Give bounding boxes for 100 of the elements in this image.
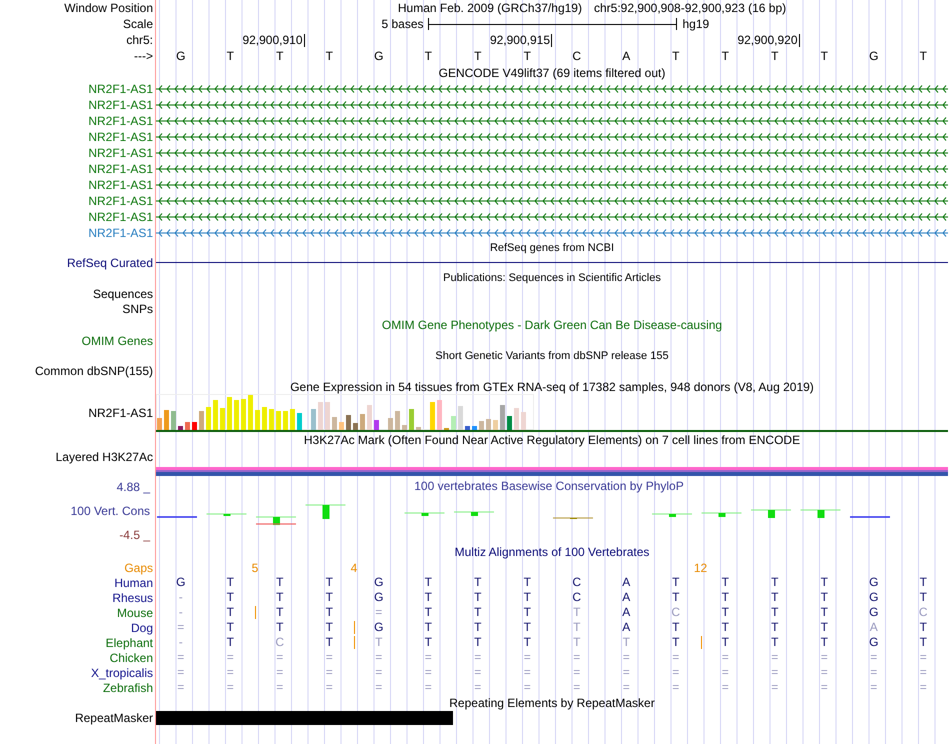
base-letter: = <box>722 651 729 664</box>
track-title: Multiz Alignments of 100 Vertebrates <box>454 545 650 559</box>
base-letter: = <box>771 681 778 694</box>
base-letter: T <box>226 606 234 619</box>
gene-label[interactable]: NR2F1-AS1 <box>88 98 153 112</box>
gene-label[interactable]: NR2F1-AS1 <box>88 178 153 192</box>
base-letter: T <box>326 606 333 619</box>
base-letter: T <box>722 591 729 604</box>
base-letter: = <box>820 681 828 694</box>
base-letter: T <box>226 591 234 604</box>
base-letter: A <box>622 606 630 619</box>
conservation-bar <box>206 514 247 516</box>
base-letter: = <box>177 621 184 634</box>
base-letter: T <box>226 636 234 649</box>
base-letter: T <box>276 49 284 63</box>
base-letter: T <box>326 621 333 634</box>
coordinate-label: 92,900,915 <box>490 34 552 46</box>
base-letter: T <box>820 49 828 63</box>
base-letter: T <box>771 49 778 63</box>
base-letter: T <box>524 606 531 619</box>
base-letter: T <box>771 591 778 604</box>
conservation-bar <box>305 504 346 519</box>
repeat-element-bar[interactable] <box>156 710 453 724</box>
gene-label[interactable]: NR2F1-AS1 <box>88 82 153 96</box>
base-letter: = <box>424 666 432 679</box>
base-letter: T <box>722 49 729 63</box>
base-letter: T <box>722 606 729 619</box>
base-letter: = <box>820 666 828 679</box>
base-letter: = <box>722 666 729 679</box>
base-letter: = <box>870 666 878 679</box>
base-letter: = <box>326 651 333 664</box>
base-letter: = <box>524 666 531 679</box>
conservation-line <box>157 516 197 518</box>
base-letter: T <box>722 636 729 649</box>
base-letter: = <box>276 666 284 679</box>
track-title: 100 vertebrates Basewise Conservation by PhyloP <box>413 478 685 494</box>
base-letter: G <box>374 49 384 63</box>
conservation-bar <box>652 514 692 517</box>
base-letter: T <box>573 621 580 634</box>
base-letter: T <box>820 576 828 589</box>
base-letter: T <box>920 591 927 604</box>
base-letter: T <box>424 621 432 634</box>
track-label: Scale <box>122 17 153 31</box>
track-label: 100 Vert. Cons <box>70 504 150 518</box>
base-letter: T <box>920 636 927 649</box>
gene-label[interactable]: NR2F1-AS1 <box>88 194 153 208</box>
axis-min-label: -4.5 _ <box>119 528 150 542</box>
track-title: OMIM Gene Phenotypes - Dark Green Can Be Disease-causing <box>382 318 722 332</box>
base-letter: = <box>375 606 382 619</box>
expression-chart-drawing[interactable] <box>156 394 534 430</box>
conservation-bar <box>454 512 494 516</box>
base-letter: T <box>820 621 828 634</box>
base-letter: = <box>573 651 580 664</box>
coordinate-label: 92,900,920 <box>737 34 800 46</box>
gene-label[interactable]: NR2F1-AS1 <box>88 114 153 128</box>
track-label: Common dbSNP(155) <box>34 364 153 378</box>
base-letter: T <box>524 591 531 604</box>
base-letter: G <box>374 576 384 589</box>
track-label: RepeatMasker <box>74 710 153 724</box>
base-letter: T <box>424 606 432 619</box>
base-letter: G <box>869 591 878 604</box>
base-letter: T <box>672 636 680 649</box>
base-letter: T <box>573 636 580 649</box>
conservation-bar <box>750 510 792 518</box>
base-letter: = <box>375 681 382 694</box>
base-letter: T <box>820 591 828 604</box>
base-letter: C <box>572 576 582 589</box>
gene-label[interactable]: NR2F1-AS1 <box>88 210 153 224</box>
gene-label[interactable]: NR2F1-AS1 <box>88 226 153 240</box>
conservation-bar <box>800 510 841 518</box>
base-letter: T <box>276 576 284 589</box>
gap-count: 12 <box>694 560 708 574</box>
base-letter: = <box>573 681 580 694</box>
gene-label[interactable]: NR2F1-AS1 <box>88 130 153 144</box>
base-letter: = <box>771 666 778 679</box>
scale-label: 5 bases <box>381 17 424 31</box>
track-label: RefSeq Curated <box>66 256 153 270</box>
base-letter: = <box>226 651 234 664</box>
track-title: RefSeq genes from NCBI <box>490 241 614 255</box>
gene-label[interactable]: NR2F1-AS1 <box>88 146 153 160</box>
base-letter: A <box>622 576 630 589</box>
track-label: SNPs <box>122 302 153 316</box>
base-letter: T <box>771 621 778 634</box>
base-letter: T <box>474 591 482 604</box>
coordinate-label: 92,900,910 <box>242 34 304 46</box>
base-letter: T <box>474 49 482 63</box>
gene-label[interactable]: NR2F1-AS1 <box>88 162 153 176</box>
species-label: Mouse <box>116 606 153 620</box>
base-letter: = <box>474 666 482 679</box>
track-label: Gaps <box>124 560 153 574</box>
base-letter: T <box>672 591 680 604</box>
base-letter: G <box>374 621 384 634</box>
gap-count: 4 <box>350 560 358 574</box>
track-label: Layered H3K27Ac <box>56 450 153 464</box>
track-title: Gene Expression in 54 tissues from GTEx RNA-seq of 17382 samples, 948 donors (V8, Aug 2019) <box>290 380 814 394</box>
base-letter: T <box>920 621 927 634</box>
base-letter: G <box>869 576 878 589</box>
strand-label: ---> <box>134 49 153 63</box>
base-letter: C <box>671 606 680 619</box>
base-letter: = <box>326 666 333 679</box>
